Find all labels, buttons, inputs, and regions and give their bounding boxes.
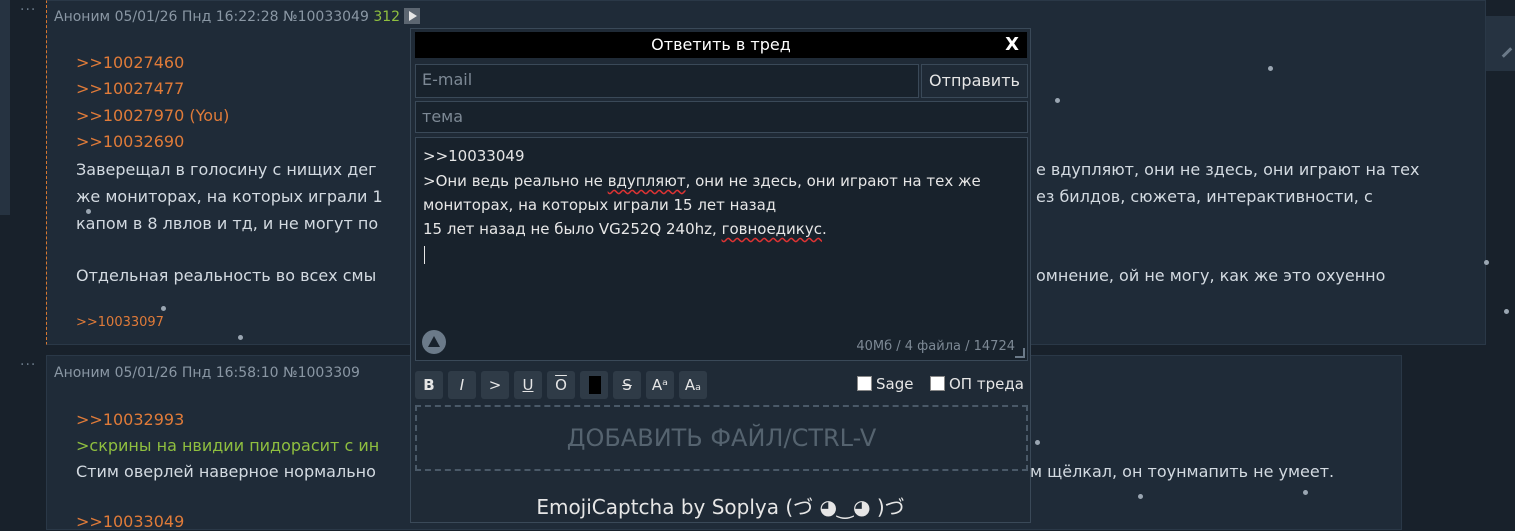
overline-button[interactable]: O — [547, 371, 575, 399]
close-icon[interactable]: X — [1005, 32, 1019, 58]
dialog-title: Ответить в тред — [651, 35, 791, 54]
post-text: капом в 8 лвлов и тд, и не могут по — [76, 214, 379, 233]
reply-dialog: Ответить в тред X E-mail Отправить тема … — [410, 28, 1031, 523]
snowflake — [86, 209, 91, 214]
post-datetime: 05/01/26 Пнд 16:58:10 — [114, 365, 279, 381]
reply-link[interactable]: >>10027477 — [76, 79, 184, 98]
sage-checkbox[interactable]: Sage — [857, 375, 913, 393]
post-text: ез билдов, сюжета, интерактивности, с — [1036, 187, 1373, 206]
post-text: Отдельная реальность во всех смы — [76, 266, 377, 285]
underline-button[interactable]: U — [514, 371, 542, 399]
text-cursor — [424, 246, 425, 264]
reply-link[interactable]: >>10033049 — [76, 512, 184, 531]
post-text: е вдупляют, они не здесь, они играют на … — [1036, 160, 1420, 179]
right-panel-tab[interactable] — [1485, 16, 1515, 71]
reply-link[interactable]: >>10027460 — [76, 53, 184, 72]
snowflake — [1055, 98, 1060, 103]
play-icon[interactable] — [404, 8, 421, 24]
snowflake — [1138, 494, 1143, 499]
checkbox-box[interactable] — [857, 376, 872, 391]
file-dropzone[interactable]: ДОБАВИТЬ ФАЙЛ/CTRL-V — [415, 405, 1028, 471]
send-button[interactable]: Отправить — [921, 64, 1028, 98]
greentext: >скрины на нвидии пидорасит с ин — [76, 436, 380, 455]
post-author: Аноним — [54, 9, 111, 25]
captcha-title: EmojiCaptcha by Soplya (づ ◕‿◕ )づ — [536, 495, 905, 519]
message-line: мониторах, на которых играли 15 лет наза… — [423, 196, 777, 214]
spoiler-button[interactable] — [580, 371, 608, 399]
upload-limits: 40Мб / 4 файла / 14724 — [856, 339, 1015, 354]
strike-button[interactable]: S — [613, 371, 641, 399]
snowflake — [1035, 440, 1040, 445]
italic-button[interactable]: I — [448, 371, 476, 399]
post-meta: Аноним 05/01/26 Пнд 16:22:28 №10033049 3… — [54, 8, 421, 25]
snowflake — [161, 306, 166, 311]
reply-link[interactable]: >>10032690 — [76, 132, 184, 151]
post-menu-dots[interactable]: ··· — [20, 2, 36, 18]
post-count: 312 — [373, 9, 401, 25]
post-datetime: 05/01/26 Пнд 16:22:28 — [114, 9, 279, 25]
post-meta: Аноним 05/01/26 Пнд 16:58:10 №1003309 — [54, 365, 360, 381]
message-line: >>10033049 — [423, 147, 525, 165]
post-number[interactable]: №10033049 — [283, 9, 369, 25]
message-line: >Они ведь реально не вдупляют, они не зд… — [423, 172, 981, 190]
snowflake — [1303, 490, 1308, 495]
left-scrollbar[interactable] — [0, 0, 10, 215]
message-textarea[interactable]: >>10033049 >Они ведь реально не вдупляют… — [415, 137, 1028, 361]
post-number[interactable]: №1003309 — [283, 365, 360, 381]
pencil-icon[interactable] — [1501, 47, 1513, 58]
email-field[interactable]: E-mail — [415, 64, 919, 98]
op-checkbox[interactable]: ОП треда — [930, 375, 1024, 393]
subject-field[interactable]: тема — [415, 101, 1028, 133]
backlink[interactable]: >>10033097 — [76, 315, 164, 330]
logo-icon[interactable] — [422, 330, 446, 354]
checkbox-box[interactable] — [930, 376, 945, 391]
post-text: омнение, ой не могу, как же это охуенно — [1036, 266, 1386, 285]
snowflake — [1504, 309, 1509, 314]
reply-link[interactable]: >>10027970 (You) — [76, 106, 229, 125]
snowflake — [1484, 260, 1489, 265]
resize-handle-icon[interactable] — [1015, 348, 1025, 358]
post-text: м щёлкал, он тоунмапить не умеет. — [1030, 462, 1335, 481]
post-text: же мониторах, на которых играли 1 — [76, 187, 383, 206]
reply-link[interactable]: >>10032993 — [76, 410, 184, 429]
quote-button[interactable]: > — [481, 371, 509, 399]
superscript-button[interactable]: Aᵃ — [646, 371, 674, 399]
bold-button[interactable]: B — [415, 371, 443, 399]
post-text: Стим оверлей наверное нормально — [76, 462, 376, 481]
post-text: Заверещал в голосину с нищих дег — [76, 160, 377, 179]
dialog-header[interactable]: Ответить в тред X — [415, 32, 1027, 58]
snowflake — [238, 335, 243, 340]
subscript-button[interactable]: Aₐ — [679, 371, 707, 399]
message-line: 15 лет назад не было VG252Q 240hz, говно… — [423, 220, 827, 238]
post-author: Аноним — [54, 365, 111, 381]
post-menu-dots[interactable]: ··· — [20, 357, 36, 373]
snowflake — [1268, 66, 1273, 71]
